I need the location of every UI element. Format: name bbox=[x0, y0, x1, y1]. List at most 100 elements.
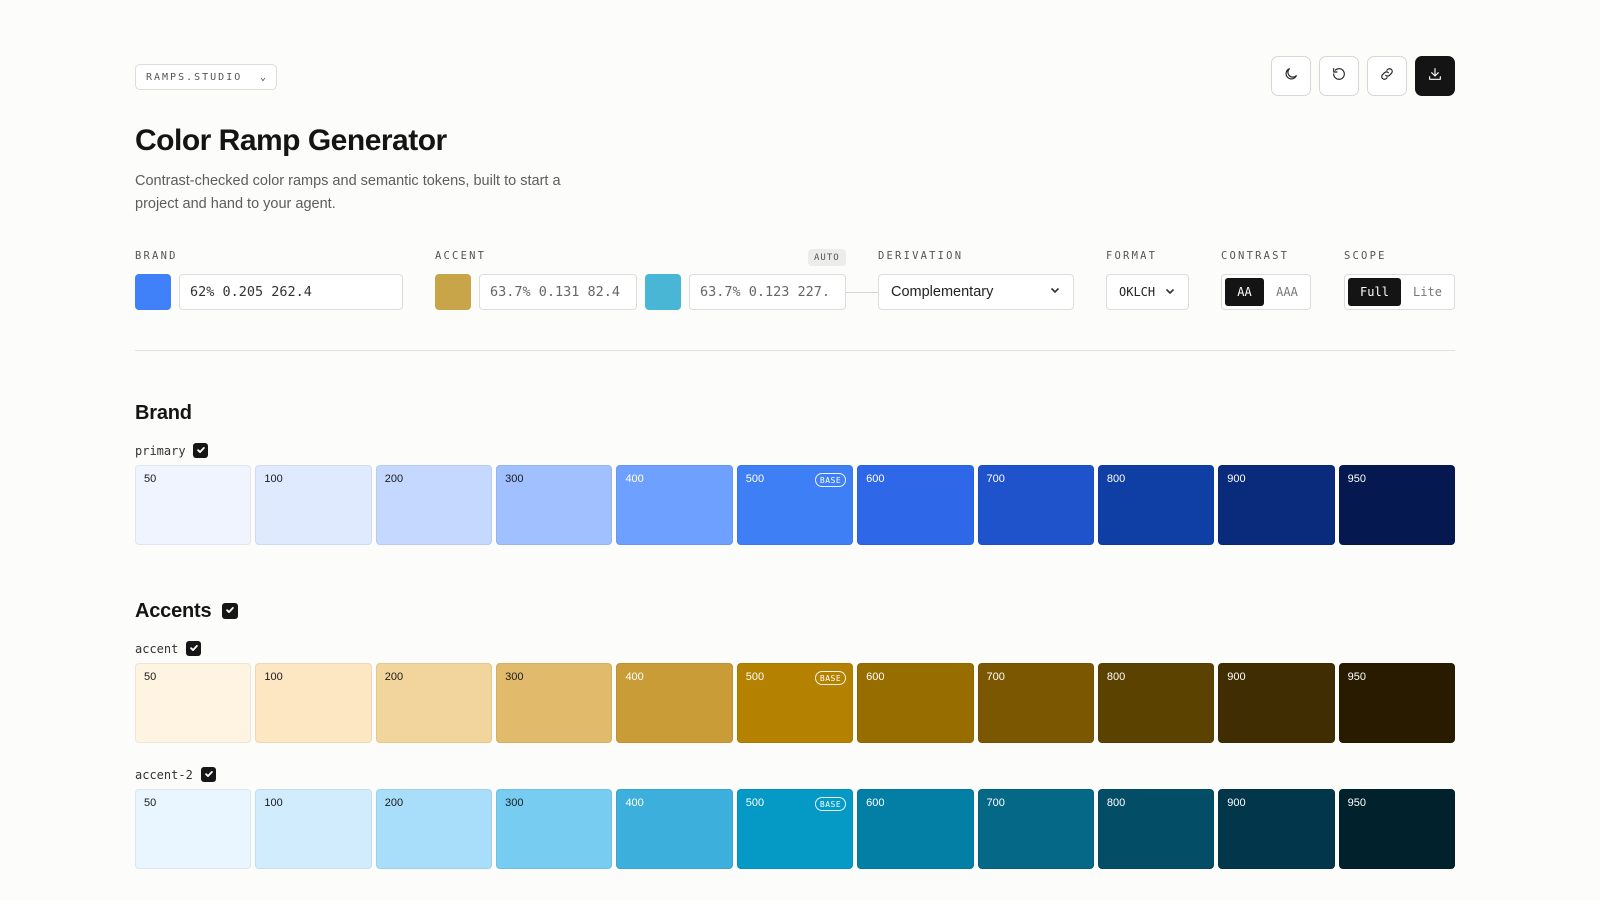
swatch-step-label: 400 bbox=[625, 797, 644, 809]
color-swatch-50[interactable]: 50 bbox=[135, 789, 252, 869]
color-swatch-700[interactable]: 700 bbox=[977, 789, 1094, 869]
accents-section-title: Accents bbox=[135, 600, 212, 622]
contrast-label: CONTRAST bbox=[1221, 250, 1290, 262]
accent-2-checkbox[interactable] bbox=[201, 767, 216, 782]
color-swatch-800[interactable]: 800 bbox=[1097, 789, 1215, 869]
accent-value-input[interactable]: 63.7% 0.131 82.4 bbox=[479, 274, 637, 310]
color-swatch-200[interactable]: 200 bbox=[375, 789, 493, 869]
swatch-step-label: 500 bbox=[745, 473, 765, 485]
scope-label: SCOPE bbox=[1344, 250, 1387, 262]
swatch-step-label: 950 bbox=[1347, 473, 1366, 485]
derivation-select[interactable]: Complementary bbox=[878, 274, 1074, 310]
primary-checkbox[interactable] bbox=[193, 443, 208, 458]
swatch-step-label: 900 bbox=[1227, 671, 1246, 683]
brand-color-swatch[interactable] bbox=[135, 274, 171, 310]
brand-value-input[interactable]: 62% 0.205 262.4 bbox=[179, 274, 403, 310]
color-swatch-100[interactable]: 100 bbox=[255, 465, 372, 545]
studio-selector[interactable]: RAMPS.STUDIO ⌄ bbox=[135, 64, 277, 90]
swatch-step-label: 100 bbox=[264, 797, 283, 809]
color-swatch-200[interactable]: 200 bbox=[375, 465, 493, 545]
swatch-step-label: 800 bbox=[1106, 797, 1126, 809]
swatch-step-label: 600 bbox=[866, 473, 885, 485]
color-swatch-400[interactable]: 400 bbox=[616, 663, 733, 743]
swatch-step-label: 500 bbox=[745, 797, 765, 809]
swatch-step-label: 300 bbox=[505, 473, 524, 485]
color-swatch-50[interactable]: 50 bbox=[135, 465, 252, 545]
swatch-step-label: 800 bbox=[1106, 671, 1126, 683]
chevron-down-icon bbox=[1049, 284, 1061, 300]
check-icon bbox=[225, 602, 235, 620]
swatch-step-label: 50 bbox=[144, 797, 157, 809]
color-swatch-600[interactable]: 600 bbox=[857, 663, 974, 743]
swatch-step-label: 800 bbox=[1106, 473, 1126, 485]
auto-badge: AUTO bbox=[808, 249, 846, 266]
base-badge: BASE bbox=[814, 671, 847, 685]
base-badge: BASE bbox=[814, 473, 847, 487]
color-swatch-900[interactable]: 900 bbox=[1218, 465, 1335, 545]
swatch-step-label: 900 bbox=[1227, 797, 1246, 809]
contrast-option-aaa[interactable]: AAA bbox=[1267, 278, 1307, 306]
brand-section-title: Brand bbox=[135, 402, 192, 424]
swatch-step-label: 700 bbox=[986, 797, 1005, 809]
primary-ramp: 50 100 200 300 400 500 BASE 600 700 800 900 950 bbox=[135, 465, 1455, 545]
color-swatch-950[interactable]: 950 bbox=[1338, 465, 1455, 545]
accent-2-color-swatch[interactable] bbox=[645, 274, 681, 310]
page-subtitle: Contrast-checked color ramps and semanti… bbox=[135, 173, 561, 212]
contrast-toggle: AA AAA bbox=[1221, 274, 1311, 310]
color-swatch-800[interactable]: 800 bbox=[1097, 465, 1215, 545]
color-swatch-400[interactable]: 400 bbox=[616, 789, 733, 869]
page-title: Color Ramp Generator bbox=[135, 124, 447, 157]
color-swatch-400[interactable]: 400 bbox=[616, 465, 733, 545]
swatch-step-label: 700 bbox=[986, 671, 1005, 683]
accent-color-swatch[interactable] bbox=[435, 274, 471, 310]
color-swatch-200[interactable]: 200 bbox=[375, 663, 493, 743]
scope-toggle: Full Lite bbox=[1344, 274, 1455, 310]
color-swatch-600[interactable]: 600 bbox=[857, 465, 974, 545]
color-swatch-950[interactable]: 950 bbox=[1338, 789, 1455, 869]
color-swatch-300[interactable]: 300 bbox=[496, 789, 613, 869]
reset-button[interactable] bbox=[1319, 56, 1359, 96]
check-icon bbox=[196, 442, 206, 460]
swatch-step-label: 50 bbox=[144, 473, 157, 485]
accent-2-value-input[interactable]: 63.7% 0.123 227. bbox=[689, 274, 846, 310]
share-link-button[interactable] bbox=[1367, 56, 1407, 96]
color-swatch-50[interactable]: 50 bbox=[135, 663, 252, 743]
swatch-step-label: 300 bbox=[505, 797, 524, 809]
color-swatch-950[interactable]: 950 bbox=[1338, 663, 1455, 743]
link-icon bbox=[1379, 66, 1395, 87]
accents-checkbox[interactable] bbox=[222, 603, 238, 619]
color-swatch-700[interactable]: 700 bbox=[977, 465, 1094, 545]
contrast-option-aa[interactable]: AA bbox=[1225, 278, 1264, 306]
format-select[interactable]: OKLCH bbox=[1106, 274, 1189, 310]
color-swatch-500[interactable]: 500 BASE bbox=[736, 789, 854, 869]
color-swatch-800[interactable]: 800 bbox=[1097, 663, 1215, 743]
color-swatch-700[interactable]: 700 bbox=[977, 663, 1094, 743]
base-badge: BASE bbox=[814, 797, 847, 811]
scope-option-lite[interactable]: Lite bbox=[1404, 278, 1451, 306]
swatch-step-label: 700 bbox=[986, 473, 1005, 485]
download-button[interactable] bbox=[1415, 56, 1455, 96]
scope-option-full[interactable]: Full bbox=[1348, 278, 1401, 306]
swatch-step-label: 500 bbox=[745, 671, 765, 683]
swatch-step-label: 100 bbox=[264, 671, 283, 683]
divider bbox=[135, 350, 1455, 351]
color-swatch-600[interactable]: 600 bbox=[857, 789, 974, 869]
download-icon bbox=[1427, 66, 1443, 87]
color-swatch-900[interactable]: 900 bbox=[1218, 663, 1335, 743]
color-swatch-300[interactable]: 300 bbox=[496, 465, 613, 545]
swatch-step-label: 300 bbox=[505, 671, 524, 683]
theme-toggle-button[interactable] bbox=[1271, 56, 1311, 96]
format-label: FORMAT bbox=[1106, 250, 1158, 262]
color-swatch-500[interactable]: 500 BASE bbox=[736, 465, 854, 545]
color-swatch-300[interactable]: 300 bbox=[496, 663, 613, 743]
color-swatch-100[interactable]: 100 bbox=[255, 663, 372, 743]
accent-checkbox[interactable] bbox=[186, 641, 201, 656]
derivation-label: DERIVATION bbox=[878, 250, 964, 262]
swatch-step-label: 600 bbox=[866, 671, 885, 683]
color-swatch-900[interactable]: 900 bbox=[1218, 789, 1335, 869]
undo-icon bbox=[1331, 66, 1347, 87]
accent-2-ramp-name: accent-2 bbox=[135, 768, 193, 782]
chevron-down-icon: ⌄ bbox=[259, 71, 266, 83]
color-swatch-100[interactable]: 100 bbox=[255, 789, 372, 869]
color-swatch-500[interactable]: 500 BASE bbox=[736, 663, 854, 743]
